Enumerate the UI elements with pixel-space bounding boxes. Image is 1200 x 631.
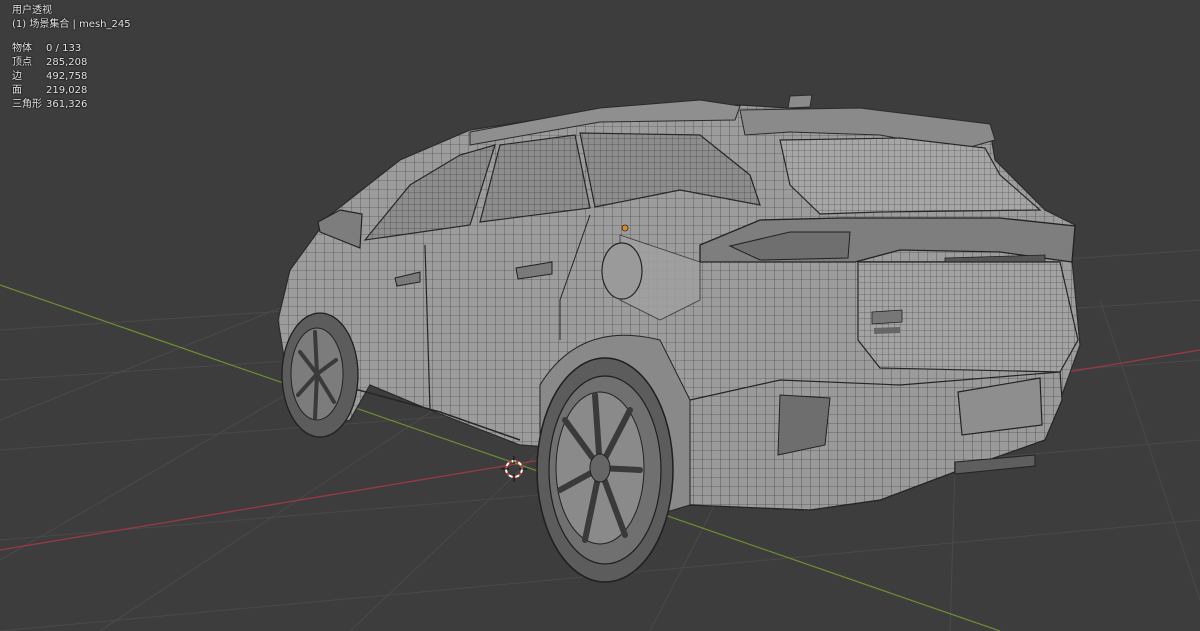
stat-label: 三角形 [12,99,42,110]
collection-label: (1) 场景集合 | mesh_245 [12,19,131,30]
3d-viewport[interactable]: 用户透视 (1) 场景集合 | mesh_245 物体 0 / 133 顶点 2… [0,0,1200,631]
stat-label: 物体 [12,43,32,54]
stat-label: 顶点 [12,57,32,68]
object-origin-icon[interactable] [621,224,629,232]
stat-value: 492,758 [46,71,88,82]
stat-value: 0 / 133 [46,43,82,54]
viewport-info-overlay: 用户透视 (1) 场景集合 | mesh_245 物体 0 / 133 顶点 2… [12,4,131,112]
stat-label: 边 [12,71,22,82]
scene-canvas[interactable] [0,0,1200,631]
rear-wheel [536,357,674,583]
stat-value: 285,208 [46,57,88,68]
stat-label: 面 [12,85,22,96]
scene-statistics: 物体 0 / 133 顶点 285,208 边 492,758 面 219,02… [12,42,131,112]
front-wheel [281,312,359,438]
stat-value: 219,028 [46,85,88,96]
view-mode-label: 用户透视 [12,5,52,16]
car-mesh[interactable] [277,94,1081,583]
stat-value: 361,326 [46,99,88,110]
